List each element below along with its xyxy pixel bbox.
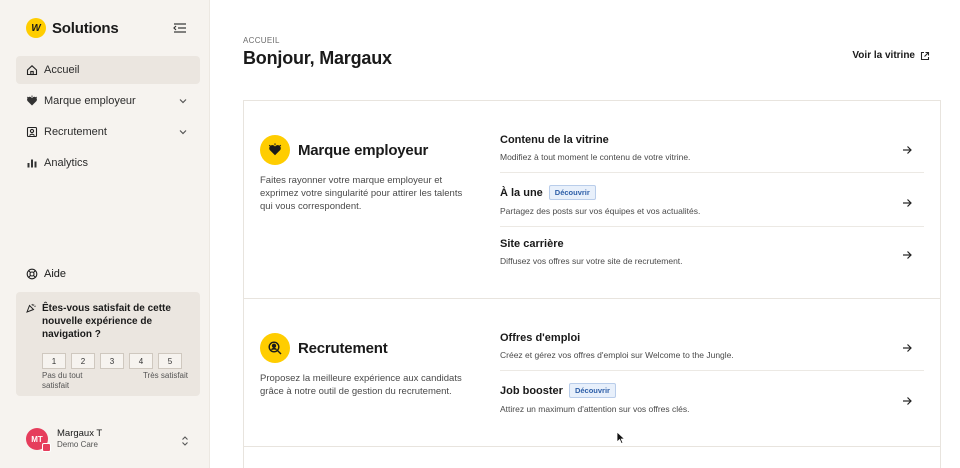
discover-badge: Découvrir <box>568 383 616 398</box>
link-description: Diffusez vos offres sur votre site de re… <box>500 256 683 266</box>
link-description: Partagez des posts sur vos équipes et vo… <box>500 206 701 216</box>
company-badge-icon <box>42 443 51 452</box>
recruitment-icon <box>26 126 38 138</box>
brand[interactable]: W Solutions <box>26 18 119 38</box>
rating-button-3[interactable]: 3 <box>100 353 124 369</box>
scale-max-label: Très satisfait <box>142 371 188 380</box>
sidebar-item-label: Accueil <box>44 64 80 76</box>
breadcrumb: ACCUEIL <box>243 36 280 45</box>
link-description: Créez et gérez vos offres d'emploi sur W… <box>500 350 734 360</box>
mouse-cursor-icon <box>616 431 626 445</box>
link-title: Site carrière <box>500 238 564 250</box>
sidebar-item-marque-employeur[interactable]: Marque employeur <box>16 87 200 115</box>
sidebar-item-accueil[interactable]: Accueil <box>16 56 200 84</box>
arrow-right-icon <box>902 142 912 154</box>
section-description: Faites rayonner votre marque employeur e… <box>260 175 463 212</box>
chevron-down-icon[interactable] <box>178 96 188 106</box>
sidebar-item-analytics[interactable]: Analytics <box>16 149 200 177</box>
brand-name: Solutions <box>52 19 119 37</box>
link-offres-emploi[interactable]: Offres d'emploi Créez et gérez vos offre… <box>500 319 924 371</box>
view-showcase-label: Voir la vitrine <box>852 50 915 61</box>
section-links: Offres d'emploi Créez et gérez vos offre… <box>500 319 924 425</box>
rating-button-5[interactable]: 5 <box>158 353 182 369</box>
section-recrutement: Recrutement Proposez la meilleure expéri… <box>244 299 940 447</box>
search-person-icon <box>260 333 290 363</box>
view-showcase-link[interactable]: Voir la vitrine <box>852 50 930 61</box>
home-panel: Marque employeur Faites rayonner votre m… <box>243 100 941 468</box>
link-contenu-vitrine[interactable]: Contenu de la vitrine Modifiez à tout mo… <box>500 121 924 173</box>
arrow-right-icon <box>902 247 912 259</box>
section-marque-employeur: Marque employeur Faites rayonner votre m… <box>244 101 940 299</box>
link-site-carriere[interactable]: Site carrière Diffusez vos offres sur vo… <box>500 227 924 279</box>
arrow-right-icon <box>902 393 912 405</box>
section-title: Marque employeur <box>298 141 429 159</box>
heart-icon <box>260 135 290 165</box>
page-title: Bonjour, Margaux <box>243 48 392 68</box>
avatar-initials: MT <box>31 434 43 444</box>
sidebar-nav: Accueil Marque employeur Recrutement Ana… <box>16 56 200 180</box>
heart-icon <box>26 95 38 107</box>
link-a-la-une[interactable]: À la une Découvrir Partagez des posts su… <box>500 173 924 227</box>
avatar: MT <box>26 428 51 452</box>
sidebar-item-label: Recrutement <box>44 126 107 138</box>
link-title: À la une Découvrir <box>500 185 596 200</box>
link-description: Attirez un maximum d'attention sur vos o… <box>500 404 690 414</box>
link-job-booster[interactable]: Job booster Découvrir Attirez un maximum… <box>500 371 924 425</box>
sidebar: W Solutions Accueil Marque employeur Rec… <box>0 0 210 468</box>
rating-button-1[interactable]: 1 <box>42 353 66 369</box>
arrow-right-icon <box>902 340 912 352</box>
rating-button-2[interactable]: 2 <box>71 353 95 369</box>
link-description: Modifiez à tout moment le contenu de vot… <box>500 152 691 162</box>
section-title: Recrutement <box>298 339 388 357</box>
survey-question: Êtes-vous satisfait de cette nouvelle ex… <box>42 303 171 340</box>
sidebar-item-recrutement[interactable]: Recrutement <box>16 118 200 146</box>
arrow-right-icon <box>902 195 912 207</box>
user-company: Demo Care <box>57 440 98 449</box>
rating-button-4[interactable]: 4 <box>129 353 153 369</box>
user-name: Margaux T <box>57 428 103 439</box>
external-link-icon <box>920 51 930 61</box>
section-description: Proposez la meilleure expérience aux can… <box>260 373 462 397</box>
sidebar-item-label: Analytics <box>44 157 89 169</box>
link-title: Contenu de la vitrine <box>500 134 609 146</box>
satisfaction-survey: Êtes-vous satisfait de cette nouvelle ex… <box>16 292 200 396</box>
user-menu[interactable]: MT Margaux T Demo Care <box>26 428 190 452</box>
chevron-down-icon[interactable] <box>178 127 188 137</box>
sidebar-item-label: Marque employeur <box>44 95 136 107</box>
brand-logo-icon: W <box>26 18 46 38</box>
section-links: Contenu de la vitrine Modifiez à tout mo… <box>500 121 924 279</box>
collapse-sidebar-icon[interactable] <box>172 20 188 36</box>
chevron-up-down-icon[interactable] <box>180 434 190 446</box>
bar-chart-icon <box>26 157 38 169</box>
home-icon <box>26 64 38 76</box>
satisfaction-scale: 1 2 3 4 5 <box>42 353 190 369</box>
main-content: ACCUEIL Bonjour, Margaux Voir la vitrine… <box>210 0 960 468</box>
help-label: Aide <box>44 268 67 280</box>
party-popper-icon <box>26 303 36 313</box>
discover-badge: Découvrir <box>548 185 596 200</box>
sidebar-item-aide[interactable]: Aide <box>26 268 66 280</box>
lifebuoy-icon <box>26 268 38 280</box>
scale-min-label: Pas du tout satisfait <box>42 371 83 390</box>
link-title: Job booster Découvrir <box>500 383 616 398</box>
app-window: W Solutions Accueil Marque employeur Rec… <box>0 0 960 468</box>
link-title: Offres d'emploi <box>500 332 581 344</box>
